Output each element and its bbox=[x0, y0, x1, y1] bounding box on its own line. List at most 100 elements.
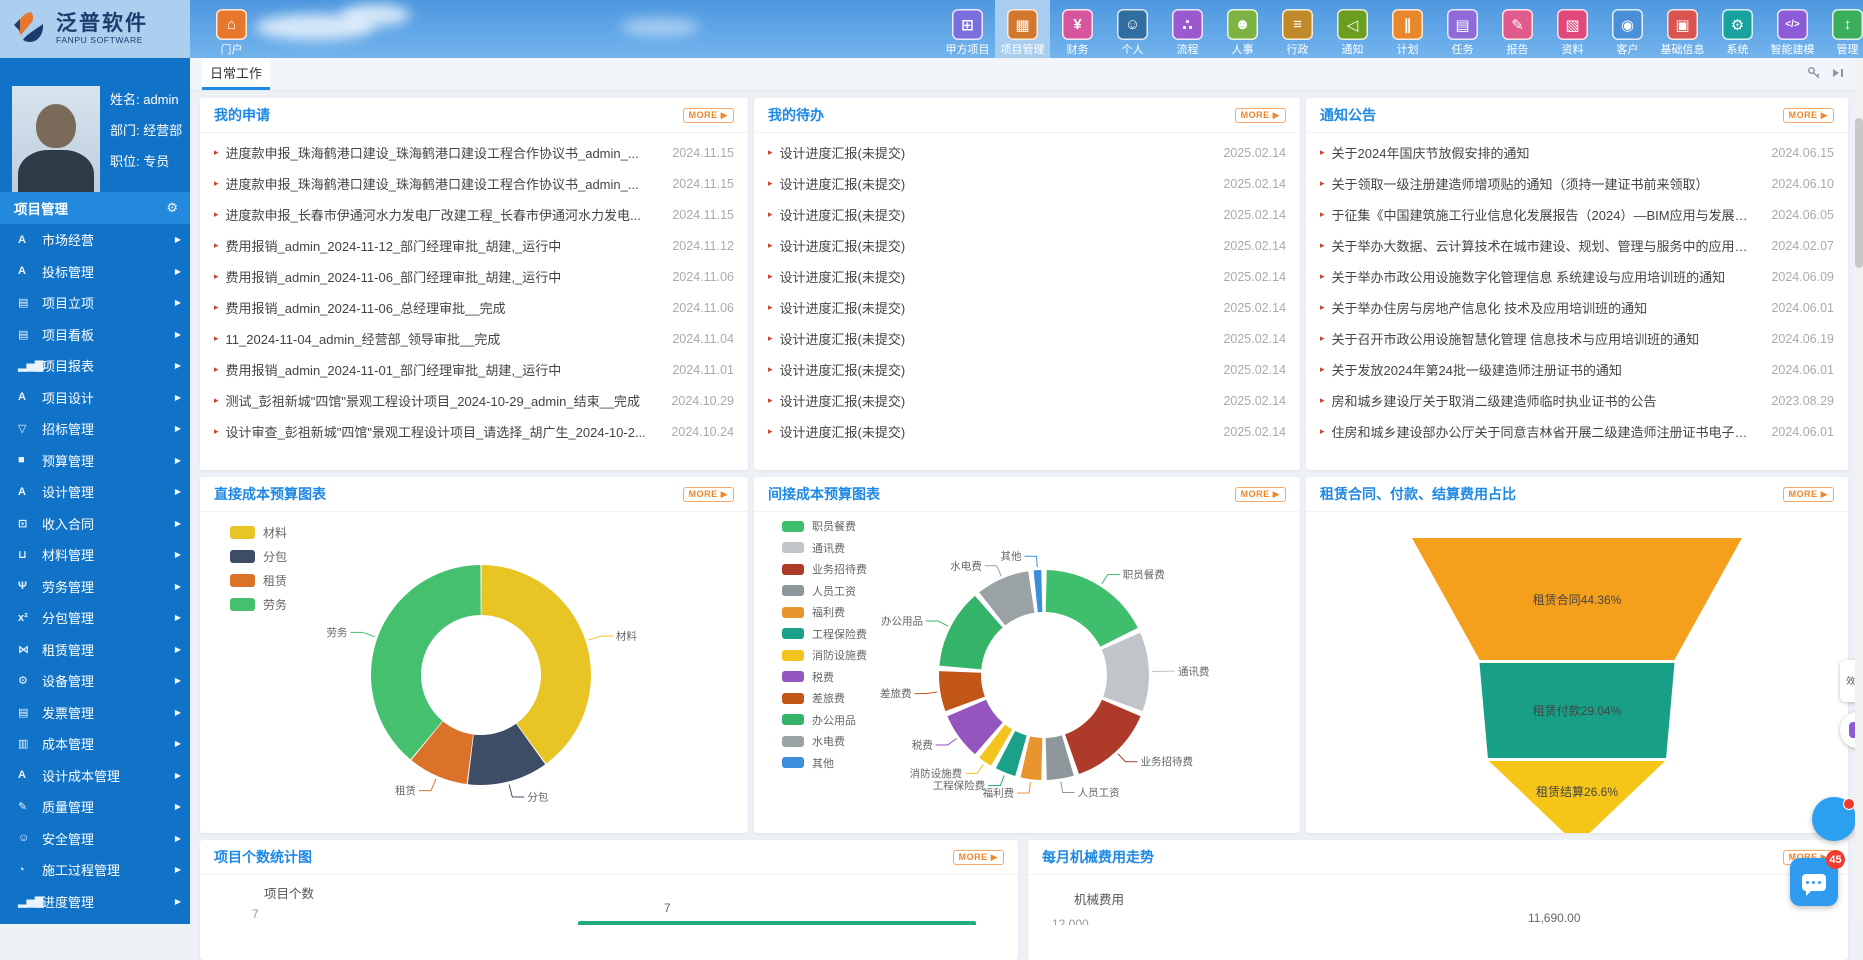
sidebar-item-subcontract[interactable]: x²分包管理▶ bbox=[0, 602, 190, 634]
list-item[interactable]: ▸关于2024年国庆节放假安排的通知2024.06.15 bbox=[1306, 137, 1848, 168]
funnel-stage-租赁合同[interactable]: 租赁合同44.36% bbox=[1412, 538, 1742, 660]
more-button[interactable]: MORE ▶ bbox=[1235, 487, 1286, 502]
sidebar-item-design[interactable]: A设计管理▶ bbox=[0, 476, 190, 508]
nav-item-portal[interactable]: ⌂ 门户 bbox=[204, 0, 259, 58]
list-item[interactable]: ▸设计进度汇报(未提交)2025.02.14 bbox=[754, 261, 1300, 292]
list-item[interactable]: ▸费用报销_admin_2024-11-06_部门经理审批_胡建,_运行中202… bbox=[200, 261, 748, 292]
sidebar-item-material[interactable]: ⊔材料管理▶ bbox=[0, 539, 190, 571]
list-item[interactable]: ▸关于举办住房与房地产信息化 技术及应用培训班的通知2024.06.01 bbox=[1306, 292, 1848, 323]
more-button[interactable]: MORE ▶ bbox=[1783, 487, 1834, 502]
gear-icon[interactable]: ⚙ bbox=[166, 200, 178, 216]
list-item[interactable]: ▸关于发放2024年第24批一级建造师注册证书的通知2024.06.01 bbox=[1306, 354, 1848, 385]
donut-slice-职员餐费[interactable] bbox=[1046, 570, 1138, 647]
scrollbar-thumb[interactable] bbox=[1855, 118, 1863, 268]
donut-slice-其他[interactable] bbox=[1034, 570, 1043, 612]
sidebar-item-invoice[interactable]: ▤发票管理▶ bbox=[0, 697, 190, 729]
sidebar-item-project-design[interactable]: A项目设计▶ bbox=[0, 382, 190, 414]
tab-daily-work[interactable]: 日常工作 bbox=[202, 58, 270, 90]
legend-item[interactable]: 差旅费 bbox=[782, 690, 867, 706]
legend-item[interactable]: 办公用品 bbox=[782, 712, 867, 728]
legend-item[interactable]: 人员工资 bbox=[782, 583, 867, 599]
sidebar-item-cost[interactable]: ▥成本管理▶ bbox=[0, 728, 190, 760]
list-item[interactable]: ▸设计进度汇报(未提交)2025.02.14 bbox=[754, 168, 1300, 199]
list-item[interactable]: ▸设计进度汇报(未提交)2025.02.14 bbox=[754, 292, 1300, 323]
list-item[interactable]: ▸住房和城乡建设部办公厅关于同意吉林省开展二级建造师注册证书电子化试点...20… bbox=[1306, 416, 1848, 447]
list-item[interactable]: ▸费用报销_admin_2024-11-06_总经理审批__完成2024.11.… bbox=[200, 292, 748, 323]
list-item[interactable]: ▸设计进度汇报(未提交)2025.02.14 bbox=[754, 385, 1300, 416]
list-item[interactable]: ▸测试_彭祖新城"四馆"景观工程设计项目_2024-10-29_admin_结束… bbox=[200, 385, 748, 416]
chat-float-button[interactable] bbox=[1812, 797, 1856, 841]
list-item[interactable]: ▸关于召开市政公用设施智慧化管理 信息技术与应用培训班的通知2024.06.19 bbox=[1306, 323, 1848, 354]
more-button[interactable]: MORE ▶ bbox=[683, 487, 734, 502]
nav-item-finance[interactable]: ¥财务 bbox=[1050, 0, 1105, 58]
nav-item-customer[interactable]: ◉客户 bbox=[1600, 0, 1655, 58]
list-item[interactable]: ▸进度款申报_珠海鹤港口建设_珠海鹤港口建设工程合作协议书_admin_...2… bbox=[200, 137, 748, 168]
sidebar-item-progress[interactable]: ▂▅▇进度管理▶ bbox=[0, 886, 190, 918]
donut-slice-业务招待费[interactable] bbox=[1065, 700, 1141, 774]
sidebar-header-project-management[interactable]: 项目管理 ⚙ bbox=[0, 192, 190, 224]
nav-item-management[interactable]: ↕管理 bbox=[1820, 0, 1863, 58]
nav-item-plan[interactable]: ∥计划 bbox=[1380, 0, 1435, 58]
sidebar-item-rental[interactable]: ⋈租赁管理▶ bbox=[0, 634, 190, 666]
nav-item-notification[interactable]: ◁通知 bbox=[1325, 0, 1380, 58]
legend-item[interactable]: 租赁 bbox=[230, 572, 287, 589]
more-button[interactable]: MORE ▶ bbox=[953, 850, 1004, 865]
sidebar-item-design-cost[interactable]: A设计成本管理▶ bbox=[0, 760, 190, 792]
legend-item[interactable]: 水电费 bbox=[782, 733, 867, 749]
list-item[interactable]: ▸11_2024-11-04_admin_经营部_领导审批__完成2024.11… bbox=[200, 323, 748, 354]
nav-item-project-management[interactable]: ▦项目管理 bbox=[995, 0, 1050, 58]
legend-item[interactable]: 职员餐费 bbox=[782, 518, 867, 534]
nav-item-report[interactable]: ✎报告 bbox=[1490, 0, 1545, 58]
list-item[interactable]: ▸费用报销_admin_2024-11-01_部门经理审批_胡建,_运行中202… bbox=[200, 354, 748, 385]
legend-item[interactable]: 福利费 bbox=[782, 604, 867, 620]
legend-item[interactable]: 分包 bbox=[230, 548, 287, 565]
list-item[interactable]: ▸设计进度汇报(未提交)2025.02.14 bbox=[754, 416, 1300, 447]
expand-toggle-icon[interactable] bbox=[1831, 66, 1845, 80]
legend-item[interactable]: 劳务 bbox=[230, 596, 287, 613]
sidebar-item-quality[interactable]: ✎质量管理▶ bbox=[0, 791, 190, 823]
list-item[interactable]: ▸房和城乡建设厅关于取消二级建造师临时执业证书的公告2023.08.29 bbox=[1306, 385, 1848, 416]
list-item[interactable]: ▸设计进度汇报(未提交)2025.02.14 bbox=[754, 354, 1300, 385]
nav-item-owner-project[interactable]: ⊞甲方项目 bbox=[940, 0, 995, 58]
list-item[interactable]: ▸设计进度汇报(未提交)2025.02.14 bbox=[754, 230, 1300, 261]
sidebar-item-bidding[interactable]: A投标管理▶ bbox=[0, 256, 190, 288]
legend-item[interactable]: 工程保险费 bbox=[782, 626, 867, 642]
nav-item-personal[interactable]: ☺个人 bbox=[1105, 0, 1160, 58]
nav-item-document[interactable]: ▧资料 bbox=[1545, 0, 1600, 58]
more-button[interactable]: MORE ▶ bbox=[683, 108, 734, 123]
donut-slice-通讯费[interactable] bbox=[1102, 633, 1149, 711]
sidebar-item-certificate[interactable]: ▣证件管理▶ bbox=[0, 917, 190, 924]
list-item[interactable]: ▸关于举办市政公用设施数字化管理信息 系统建设与应用培训班的通知2024.06.… bbox=[1306, 261, 1848, 292]
donut-slice-劳务[interactable] bbox=[371, 565, 481, 759]
sidebar-item-labor[interactable]: Ψ劳务管理▶ bbox=[0, 571, 190, 603]
funnel-stage-租赁结算[interactable]: 租赁结算26.6% bbox=[1412, 761, 1742, 833]
more-button[interactable]: MORE ▶ bbox=[1235, 108, 1286, 123]
sidebar-item-construction-process[interactable]: ◔施工过程管理▶ bbox=[0, 854, 190, 886]
list-item[interactable]: ▸进度款申报_长春市伊通河水力发电厂改建工程_长春市伊通河水力发电...2024… bbox=[200, 199, 748, 230]
legend-item[interactable]: 其他 bbox=[782, 755, 867, 771]
list-item[interactable]: ▸费用报销_admin_2024-11-12_部门经理审批_胡建,_运行中202… bbox=[200, 230, 748, 261]
nav-item-task[interactable]: ▤任务 bbox=[1435, 0, 1490, 58]
sidebar-item-equipment[interactable]: ⚙设备管理▶ bbox=[0, 665, 190, 697]
list-item[interactable]: ▸设计进度汇报(未提交)2025.02.14 bbox=[754, 137, 1300, 168]
legend-item[interactable]: 通讯费 bbox=[782, 540, 867, 556]
list-item[interactable]: ▸于征集《中国建筑施工行业信息化发展报告（2024）—BIM应用与发展》材料..… bbox=[1306, 199, 1848, 230]
nav-item-system[interactable]: ⚙系统 bbox=[1710, 0, 1765, 58]
list-item[interactable]: ▸设计进度汇报(未提交)2025.02.14 bbox=[754, 323, 1300, 354]
legend-item[interactable]: 材料 bbox=[230, 524, 287, 541]
list-item[interactable]: ▸进度款申报_珠海鹤港口建设_珠海鹤港口建设工程合作协议书_admin_...2… bbox=[200, 168, 748, 199]
sidebar-item-income-contract[interactable]: ⊡收入合同▶ bbox=[0, 508, 190, 540]
sidebar-item-tender[interactable]: ▽招标管理▶ bbox=[0, 413, 190, 445]
sidebar-item-project-board[interactable]: ▤项目看板▶ bbox=[0, 319, 190, 351]
nav-item-hr[interactable]: ☻人事 bbox=[1215, 0, 1270, 58]
more-button[interactable]: MORE ▶ bbox=[1783, 108, 1834, 123]
sidebar-item-project-setup[interactable]: ▤项目立项▶ bbox=[0, 287, 190, 319]
nav-item-smart-modeling[interactable]: </>智能建模 bbox=[1765, 0, 1820, 58]
list-item[interactable]: ▸设计审查_彭祖新城"四馆"景观工程设计项目_请选择_胡广生_2024-10-2… bbox=[200, 416, 748, 447]
nav-item-administration[interactable]: ≡行政 bbox=[1270, 0, 1325, 58]
list-item[interactable]: ▸关于举办大数据、云计算技术在城市建设、规划、管理与服务中的应用培训班...20… bbox=[1306, 230, 1848, 261]
sidebar-item-market[interactable]: A市场经营▶ bbox=[0, 224, 190, 256]
legend-item[interactable]: 消防设施费 bbox=[782, 647, 867, 663]
key-icon[interactable] bbox=[1807, 66, 1821, 80]
list-item[interactable]: ▸设计进度汇报(未提交)2025.02.14 bbox=[754, 199, 1300, 230]
